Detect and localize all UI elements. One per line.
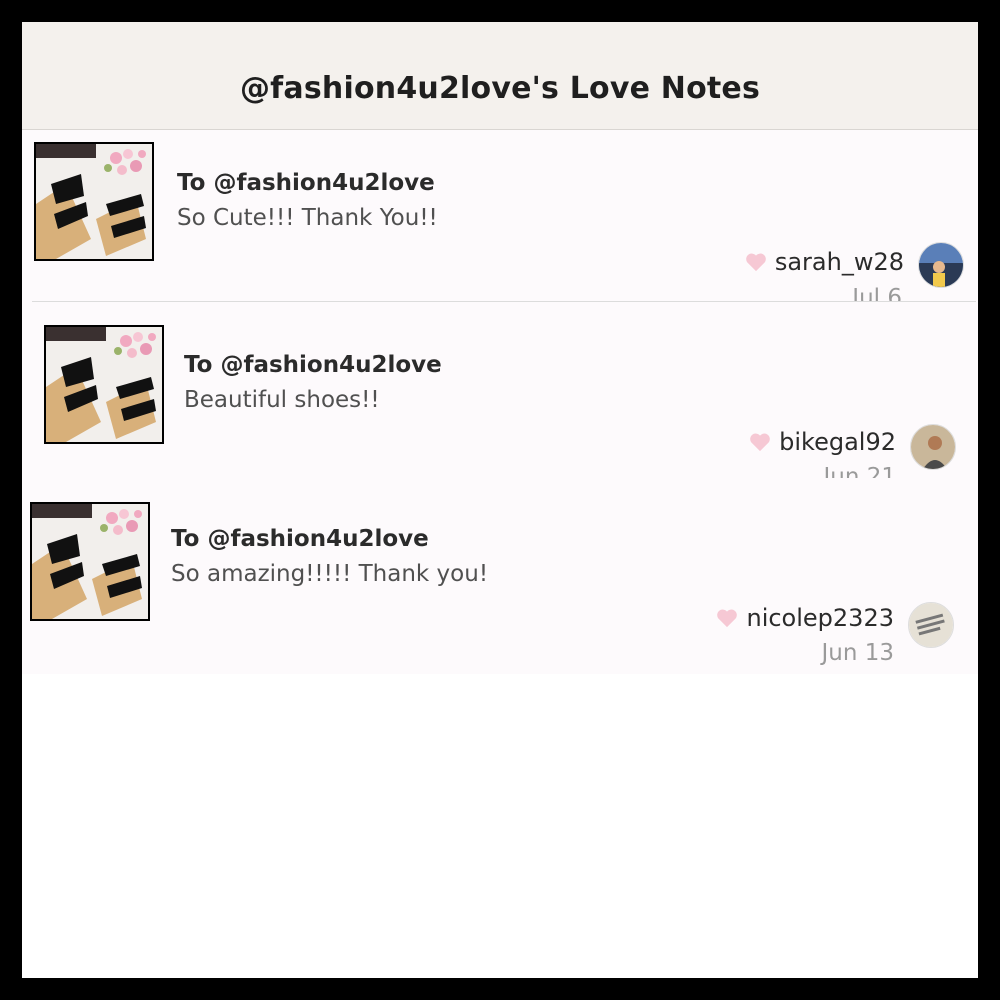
sender[interactable]: bikegal92 <box>749 428 896 456</box>
page-title: @fashion4u2love's Love Notes <box>239 71 761 106</box>
sender-username[interactable]: bikegal92 <box>779 428 896 456</box>
sender-username[interactable]: sarah_w28 <box>775 248 904 276</box>
note-message: So Cute!!! Thank You!! <box>177 205 438 231</box>
product-thumbnail[interactable] <box>30 502 150 621</box>
sender-avatar[interactable] <box>908 602 954 648</box>
note-message: So amazing!!!!! Thank you! <box>171 561 489 587</box>
recipient-label[interactable]: To @fashion4u2love <box>184 352 442 378</box>
heart-icon <box>750 433 770 452</box>
app-screen: @fashion4u2love's Love Notes To @fashion… <box>22 22 978 978</box>
sender-username[interactable]: nicolep2323 <box>746 604 894 632</box>
sender-avatar[interactable] <box>910 424 956 470</box>
recipient-label[interactable]: To @fashion4u2love <box>171 526 429 552</box>
sender[interactable]: nicolep2323 <box>716 604 894 632</box>
product-thumbnail[interactable] <box>44 325 164 444</box>
recipient-label[interactable]: To @fashion4u2love <box>177 170 435 196</box>
heart-icon <box>717 609 738 628</box>
product-thumbnail[interactable] <box>34 142 154 261</box>
note-date: Jun 13 <box>821 640 894 666</box>
heart-icon <box>746 253 766 272</box>
sender[interactable]: sarah_w28 <box>745 248 904 276</box>
page-header: @fashion4u2love's Love Notes <box>22 22 978 130</box>
love-note-3[interactable]: To @fashion4u2love So amazing!!!!! Thank… <box>22 478 978 674</box>
note-message: Beautiful shoes!! <box>184 387 380 413</box>
love-note-1[interactable]: To @fashion4u2love So Cute!!! Thank You!… <box>22 130 978 311</box>
love-note-2[interactable]: To @fashion4u2love Beautiful shoes!! bik… <box>22 302 978 490</box>
sender-avatar[interactable] <box>918 242 964 288</box>
